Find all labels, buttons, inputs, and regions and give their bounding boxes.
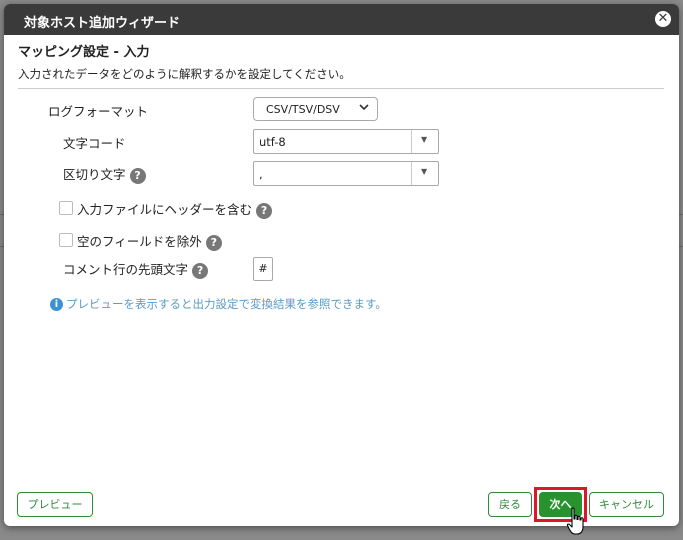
cancel-button[interactable]: キャンセル <box>589 492 664 517</box>
exclude-empty-label-row: 空のフィールドを除外? <box>77 231 222 251</box>
divider <box>18 88 664 89</box>
dialog-title: 対象ホスト追加ウィザード <box>24 16 181 31</box>
dialog-titlebar: 対象ホスト追加ウィザード ✕ <box>4 4 679 35</box>
delimiter-value: , <box>259 167 263 181</box>
info-message: i プレビューを表示すると出力設定で変換結果を参照できます。 <box>50 296 387 312</box>
exclude-empty-checkbox[interactable] <box>59 233 73 247</box>
info-text: プレビューを表示すると出力設定で変換結果を参照できます。 <box>66 297 387 311</box>
log-format-label: ログフォーマット <box>48 104 149 119</box>
section-description: 入力されたデータをどのように解釈するかを設定してください。 <box>18 67 351 81</box>
delimiter-label: 区切り文字 <box>63 167 126 182</box>
header-row-label: 入力ファイルにヘッダーを含む <box>77 202 253 217</box>
chevron-down-icon <box>359 102 369 115</box>
exclude-empty-label: 空のフィールドを除外 <box>77 234 202 249</box>
comment-char-input[interactable]: # <box>253 257 273 281</box>
delimiter-combobox[interactable]: , ▼ <box>253 161 439 186</box>
charset-value: utf-8 <box>259 135 286 149</box>
section-title: マッピング設定 - 入力 <box>18 45 150 60</box>
caret-down-icon: ▼ <box>421 135 428 144</box>
wizard-dialog: 対象ホスト追加ウィザード ✕ マッピング設定 - 入力 入力されたデータをどのよ… <box>4 4 679 526</box>
back-button[interactable]: 戻る <box>488 492 532 517</box>
help-icon[interactable]: ? <box>205 234 222 251</box>
info-icon: i <box>50 298 63 311</box>
delimiter-dropdown-button[interactable]: ▼ <box>411 162 438 185</box>
delimiter-label-row: 区切り文字? <box>63 164 146 184</box>
header-row-label-row: 入力ファイルにヘッダーを含む? <box>77 199 273 219</box>
help-icon[interactable]: ? <box>256 202 273 219</box>
help-icon[interactable]: ? <box>192 262 209 279</box>
comment-char-label: コメント行の先頭文字 <box>63 262 189 277</box>
help-icon[interactable]: ? <box>129 167 146 184</box>
charset-combobox[interactable]: utf-8 ▼ <box>253 129 439 154</box>
header-row-checkbox[interactable] <box>59 201 73 215</box>
caret-down-icon: ▼ <box>421 167 428 176</box>
charset-label: 文字コード <box>63 136 126 151</box>
log-format-select[interactable]: CSV/TSV/DSV <box>253 97 378 121</box>
log-format-value: CSV/TSV/DSV <box>266 103 340 116</box>
close-icon[interactable]: ✕ <box>655 11 671 27</box>
comment-char-label-row: コメント行の先頭文字? <box>63 259 209 279</box>
charset-dropdown-button[interactable]: ▼ <box>411 130 438 153</box>
hand-cursor-icon <box>566 507 584 535</box>
preview-button[interactable]: プレビュー <box>17 492 93 517</box>
